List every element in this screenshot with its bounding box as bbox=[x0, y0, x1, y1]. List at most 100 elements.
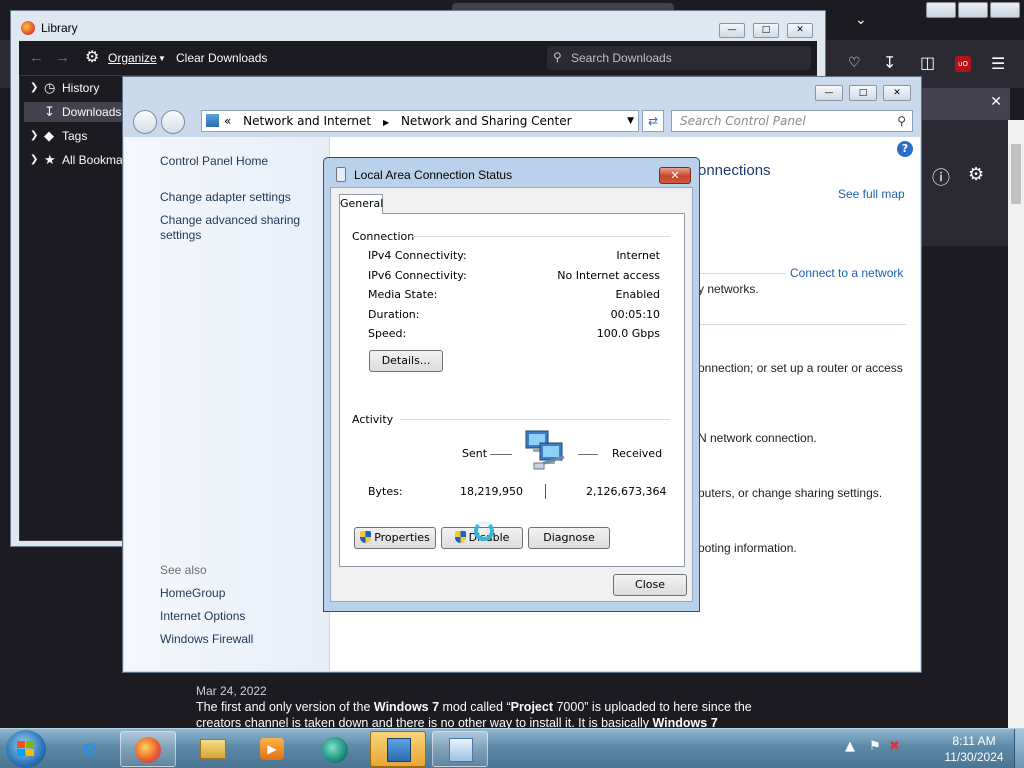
busy-cursor-icon bbox=[474, 521, 494, 541]
download-icon: ↧ bbox=[44, 104, 55, 119]
windows-firewall-link[interactable]: Windows Firewall bbox=[160, 632, 320, 647]
internet-explorer-icon: e bbox=[82, 733, 98, 762]
volume-muted-icon[interactable]: ✖ bbox=[889, 739, 900, 754]
refresh-button[interactable]: ⇄ bbox=[642, 110, 664, 132]
gear-icon[interactable]: ⚙ bbox=[968, 164, 984, 185]
ublock-icon[interactable]: uO bbox=[955, 56, 971, 72]
breadcrumb-network-and-internet[interactable]: Network and Internet bbox=[243, 114, 371, 128]
show-desktop-button[interactable] bbox=[1014, 729, 1024, 768]
clear-downloads-button[interactable]: Clear Downloads bbox=[176, 51, 267, 65]
window-title: Library bbox=[41, 21, 78, 35]
close-button[interactable]: Close bbox=[613, 574, 687, 596]
help-icon[interactable]: ? bbox=[897, 141, 913, 157]
sharing-text: puters, or change sharing settings. bbox=[698, 486, 883, 500]
clock[interactable]: 8:11 AM 11/30/2024 bbox=[934, 733, 1014, 765]
diagnose-button[interactable]: Diagnose bbox=[528, 527, 610, 549]
tab-general[interactable]: General bbox=[339, 194, 383, 214]
windows-logo-icon bbox=[17, 741, 35, 757]
change-advanced-sharing-link[interactable]: Change advanced sharing settings bbox=[160, 213, 320, 243]
connect-to-network-link[interactable]: Connect to a network bbox=[790, 266, 903, 280]
control-panel-home-link[interactable]: Control Panel Home bbox=[160, 154, 320, 169]
taskbar-explorer[interactable] bbox=[184, 731, 240, 767]
article-date: Mar 24, 2022 bbox=[196, 684, 267, 698]
info-icon[interactable]: ⓘ bbox=[932, 164, 950, 190]
organize-menu[interactable]: Organize bbox=[108, 51, 157, 65]
dialog-close-button[interactable]: ✕ bbox=[659, 167, 691, 184]
change-adapter-settings-link[interactable]: Change adapter settings bbox=[160, 190, 320, 205]
action-center-icon[interactable]: ⚑ bbox=[869, 739, 881, 754]
star-icon: ★ bbox=[44, 152, 56, 167]
minimize-button[interactable] bbox=[926, 2, 956, 18]
maximize-button[interactable]: □ bbox=[753, 23, 779, 38]
taskbar-internet-explorer[interactable]: e bbox=[62, 731, 118, 767]
taskbar-media-player[interactable]: ▶ bbox=[244, 731, 300, 767]
media-state-row: Media State: Enabled bbox=[368, 288, 660, 301]
restore-button[interactable] bbox=[958, 2, 988, 18]
extensions-icon[interactable]: ◫ bbox=[920, 53, 935, 72]
taskbar-app[interactable] bbox=[306, 731, 362, 767]
close-button[interactable]: ✕ bbox=[787, 23, 813, 38]
bytes-sent-value: 18,219,950 bbox=[460, 485, 523, 498]
minimize-button[interactable]: — bbox=[815, 85, 843, 101]
uac-shield-icon bbox=[454, 531, 466, 543]
start-button[interactable] bbox=[6, 730, 46, 768]
back-button[interactable] bbox=[133, 110, 157, 134]
connection-group-label: Connection bbox=[352, 230, 415, 243]
homegroup-link[interactable]: HomeGroup bbox=[160, 586, 320, 601]
received-label: Received bbox=[612, 447, 663, 460]
network-cable-icon bbox=[336, 167, 346, 182]
uac-shield-icon bbox=[360, 531, 372, 543]
sent-label: Sent bbox=[462, 447, 488, 460]
control-panel-icon bbox=[449, 738, 473, 762]
vpn-text: N network connection. bbox=[698, 431, 817, 445]
search-icon: ⚲ bbox=[553, 50, 562, 64]
see-full-map-link[interactable]: See full map bbox=[838, 187, 905, 201]
search-downloads-input[interactable]: ⚲ Search Downloads bbox=[547, 46, 811, 70]
taskbar-network-connections[interactable] bbox=[370, 731, 426, 767]
chevron-down-icon[interactable]: ▼ bbox=[627, 111, 634, 131]
bytes-received-value: 2,126,673,364 bbox=[586, 485, 667, 498]
forward-button[interactable] bbox=[161, 110, 185, 134]
close-button[interactable]: ✕ bbox=[883, 85, 911, 101]
article-text: Mar 24, 2022 The first and only version … bbox=[196, 683, 796, 731]
chevron-right-icon[interactable]: ❯ bbox=[30, 78, 38, 98]
maximize-button[interactable]: □ bbox=[849, 85, 877, 101]
taskbar-firefox[interactable] bbox=[120, 731, 176, 767]
firefox-notification-bar: ✕ bbox=[920, 88, 1010, 120]
control-panel-icon bbox=[206, 114, 219, 127]
tag-icon: ◆ bbox=[44, 128, 54, 143]
scrollbar-thumb[interactable] bbox=[1011, 144, 1021, 204]
search-control-panel-input[interactable]: Search Control Panel ⚲ bbox=[671, 110, 913, 132]
clock-icon: ◷ bbox=[44, 80, 56, 95]
networks-text: y networks. bbox=[698, 282, 759, 296]
article-line-1: The first and only version of the Window… bbox=[196, 700, 752, 714]
clock-time: 8:11 AM bbox=[952, 734, 996, 748]
chevron-right-icon[interactable]: ❯ bbox=[30, 126, 38, 146]
internet-options-link[interactable]: Internet Options bbox=[160, 609, 320, 624]
forward-icon[interactable]: → bbox=[55, 49, 70, 66]
chevron-down-icon[interactable]: ⌄ bbox=[855, 12, 867, 28]
network-icon bbox=[387, 738, 411, 762]
page-scrollbar[interactable] bbox=[1008, 120, 1024, 735]
menu-icon[interactable]: ☰ bbox=[991, 54, 1005, 73]
download-icon[interactable]: ↧ bbox=[883, 53, 896, 72]
minimize-button[interactable]: — bbox=[719, 23, 745, 38]
properties-button[interactable]: Properties bbox=[354, 527, 436, 549]
close-button[interactable] bbox=[990, 2, 1020, 18]
ipv4-row: IPv4 Connectivity: Internet bbox=[368, 249, 660, 262]
app-icon bbox=[322, 737, 348, 763]
chevron-right-icon[interactable]: ▶ bbox=[383, 118, 389, 127]
network-computers-icon bbox=[525, 430, 565, 470]
close-icon[interactable]: ✕ bbox=[990, 94, 1002, 110]
back-icon[interactable]: ← bbox=[29, 49, 44, 66]
dialog-body: General Connection IPv4 Connectivity: Int… bbox=[330, 187, 693, 602]
speed-row: Speed: 100.0 Gbps bbox=[368, 327, 660, 340]
chevron-right-icon[interactable]: ❯ bbox=[30, 150, 38, 170]
firefox-icon bbox=[135, 737, 161, 763]
breadcrumb-sharing-center[interactable]: Network and Sharing Center bbox=[401, 114, 572, 128]
address-bar[interactable]: « Network and Internet ▶ Network and Sha… bbox=[201, 110, 639, 132]
pocket-icon[interactable]: ♡ bbox=[848, 55, 861, 71]
taskbar-control-panel[interactable] bbox=[432, 731, 488, 767]
details-button[interactable]: Details... bbox=[369, 350, 443, 372]
chevron-up-icon[interactable]: ▲ bbox=[845, 739, 855, 754]
